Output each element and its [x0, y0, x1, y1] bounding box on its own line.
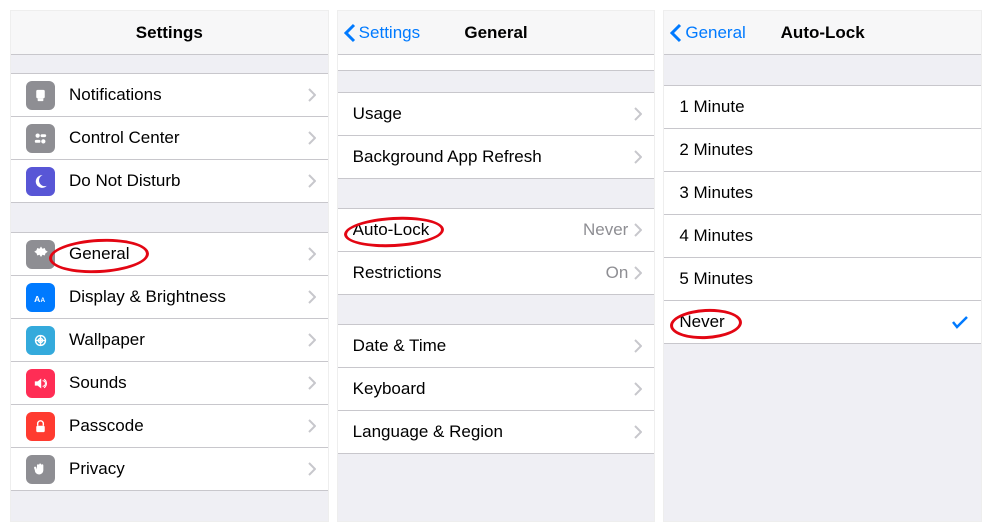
row-label: Notifications	[69, 85, 308, 105]
row-label: Usage	[353, 104, 635, 124]
chevron-right-icon	[308, 247, 316, 261]
option-label: 4 Minutes	[679, 226, 969, 246]
row-label: General	[69, 244, 308, 264]
chevron-right-icon	[634, 382, 642, 396]
row-general[interactable]: General	[11, 232, 328, 276]
navbar-title: Settings	[136, 23, 203, 43]
autolock-screen: General Auto-Lock 1 Minute 2 Minutes 3 M…	[663, 10, 982, 522]
chevron-right-icon	[634, 339, 642, 353]
gear-icon	[26, 240, 55, 269]
chevron-right-icon	[308, 333, 316, 347]
navbar: Settings General	[338, 11, 655, 55]
lock-icon	[26, 412, 55, 441]
chevron-left-icon	[670, 23, 682, 43]
option-1-minute[interactable]: 1 Minute	[664, 85, 981, 129]
chevron-right-icon	[634, 107, 642, 121]
row-label: Keyboard	[353, 379, 635, 399]
row-do-not-disturb[interactable]: Do Not Disturb	[11, 159, 328, 203]
back-label: General	[685, 23, 745, 43]
speaker-icon	[26, 369, 55, 398]
row-label: Sounds	[69, 373, 308, 393]
row-control-center[interactable]: Control Center	[11, 116, 328, 160]
row-label: Passcode	[69, 416, 308, 436]
autolock-content: 1 Minute 2 Minutes 3 Minutes 4 Minutes 5…	[664, 55, 981, 521]
option-label: 3 Minutes	[679, 183, 969, 203]
row-label: Language & Region	[353, 422, 635, 442]
option-3-minutes[interactable]: 3 Minutes	[664, 171, 981, 215]
chevron-left-icon	[344, 23, 356, 43]
option-4-minutes[interactable]: 4 Minutes	[664, 214, 981, 258]
row-wallpaper[interactable]: Wallpaper	[11, 318, 328, 362]
row-date-time[interactable]: Date & Time	[338, 324, 655, 368]
row-display-brightness[interactable]: AA Display & Brightness	[11, 275, 328, 319]
wallpaper-icon	[26, 326, 55, 355]
row-value: Never	[583, 220, 628, 240]
chevron-right-icon	[308, 174, 316, 188]
general-content: Usage Background App Refresh Auto-Lock N…	[338, 55, 655, 521]
row-sounds[interactable]: Sounds	[11, 361, 328, 405]
control-center-icon	[26, 124, 55, 153]
back-label: Settings	[359, 23, 420, 43]
general-screen: Settings General Usage Background App Re…	[337, 10, 656, 522]
row-background-app-refresh[interactable]: Background App Refresh	[338, 135, 655, 179]
row-auto-lock[interactable]: Auto-Lock Never	[338, 208, 655, 252]
row-label: Wallpaper	[69, 330, 308, 350]
chevron-right-icon	[308, 88, 316, 102]
option-label: 1 Minute	[679, 97, 969, 117]
row-value: On	[606, 263, 629, 283]
row-label: Auto-Lock	[353, 220, 583, 240]
navbar-title: Auto-Lock	[781, 23, 865, 43]
row-keyboard[interactable]: Keyboard	[338, 367, 655, 411]
chevron-right-icon	[308, 290, 316, 304]
row-passcode[interactable]: Passcode	[11, 404, 328, 448]
row-label: Control Center	[69, 128, 308, 148]
option-label: 5 Minutes	[679, 269, 969, 289]
option-label: Never	[679, 312, 951, 332]
checkmark-icon	[951, 315, 969, 329]
option-5-minutes[interactable]: 5 Minutes	[664, 257, 981, 301]
row-privacy[interactable]: Privacy	[11, 447, 328, 491]
notifications-icon	[26, 81, 55, 110]
option-label: 2 Minutes	[679, 140, 969, 160]
settings-screen: Settings Notifications Control Center	[10, 10, 329, 522]
navbar: General Auto-Lock	[664, 11, 981, 55]
text-size-icon: AA	[26, 283, 55, 312]
moon-icon	[26, 167, 55, 196]
chevron-right-icon	[634, 150, 642, 164]
chevron-right-icon	[308, 419, 316, 433]
row-label: Do Not Disturb	[69, 171, 308, 191]
option-never[interactable]: Never	[664, 300, 981, 344]
chevron-right-icon	[308, 131, 316, 145]
row-notifications[interactable]: Notifications	[11, 73, 328, 117]
row-usage[interactable]: Usage	[338, 92, 655, 136]
navbar: Settings	[11, 11, 328, 55]
hand-icon	[26, 455, 55, 484]
row-restrictions[interactable]: Restrictions On	[338, 251, 655, 295]
back-button[interactable]: Settings	[344, 11, 420, 55]
row-label: Date & Time	[353, 336, 635, 356]
back-button[interactable]: General	[670, 11, 745, 55]
row-label: Background App Refresh	[353, 147, 635, 167]
chevron-right-icon	[634, 425, 642, 439]
row-language-region[interactable]: Language & Region	[338, 410, 655, 454]
chevron-right-icon	[634, 223, 642, 237]
option-2-minutes[interactable]: 2 Minutes	[664, 128, 981, 172]
row-label: Restrictions	[353, 263, 606, 283]
chevron-right-icon	[308, 462, 316, 476]
settings-content: Notifications Control Center Do Not Dist	[11, 55, 328, 521]
svg-text:A: A	[34, 293, 40, 303]
chevron-right-icon	[634, 266, 642, 280]
navbar-title: General	[464, 23, 527, 43]
row-label: Privacy	[69, 459, 308, 479]
chevron-right-icon	[308, 376, 316, 390]
svg-text:A: A	[41, 296, 46, 303]
row-label: Display & Brightness	[69, 287, 308, 307]
